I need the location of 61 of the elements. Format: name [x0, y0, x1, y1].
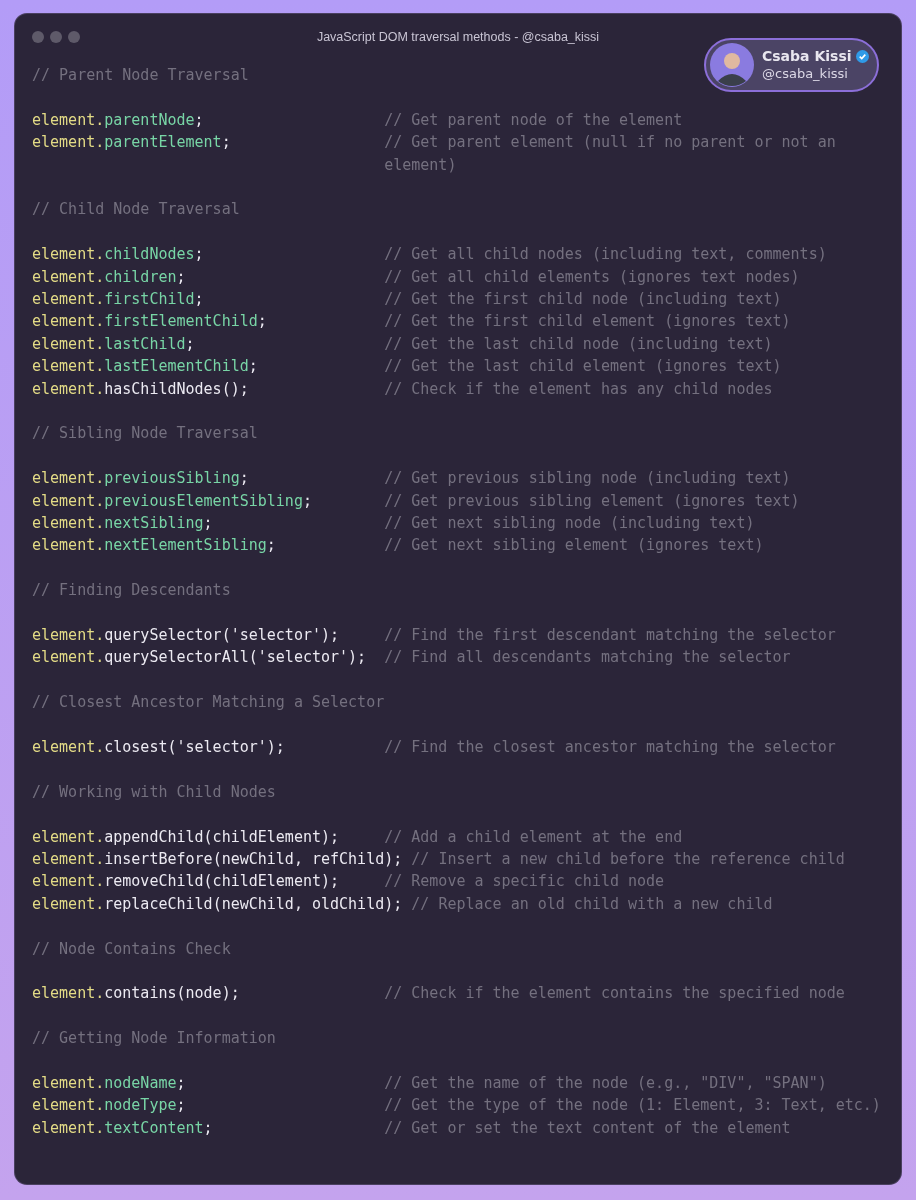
code-comment: // Get the last child node (including text) [384, 333, 773, 355]
code-comment: // Check if the element contains the specified node [384, 983, 845, 1005]
code-comment: // Get the type of the node (1: Element, 3: Text, etc.) [384, 1095, 881, 1117]
code-text: element.textContent; [32, 1118, 213, 1137]
code-comment: // Find all descendants matching the selector [384, 647, 791, 669]
code-comment: // Get next sibling node (including text) [384, 513, 755, 535]
code-comment: // Get all child elements (ignores text nodes) [384, 266, 800, 288]
code-comment: // Add a child element at the end [384, 826, 683, 848]
code-text: element.appendChild(childElement); [32, 827, 340, 846]
code-comment: // Find the closest ancestor matching the selector [384, 737, 836, 759]
section-comment: // Sibling Node Traversal [32, 424, 258, 443]
code-text: element.previousElementSibling; [32, 491, 312, 510]
profile-name: Csaba Kissi [762, 47, 852, 65]
code-comment: // Get the first child element (ignores text) [384, 311, 791, 333]
section-comment: // Parent Node Traversal [32, 66, 249, 84]
code-comment: // Get next sibling element (ignores text) [384, 535, 764, 557]
code-text: element.hasChildNodes(); [32, 379, 249, 398]
code-text: element.contains(node); [32, 984, 240, 1003]
code-comment: // Get parent element (null if no parent or not an element) [384, 132, 837, 176]
code-text: element.insertBefore(newChild, refChild); [32, 850, 403, 869]
window-title: JavaScript DOM traversal methods - @csaba_kissi [316, 30, 600, 44]
code-comment: // Get the name of the node (e.g., "DIV", "SPAN") [384, 1073, 827, 1095]
code-text: element.firstChild; [32, 290, 204, 308]
code-comment: // Get all child nodes (including text, comments) [384, 244, 827, 266]
code-comment: // Get previous sibling node (including text) [384, 468, 791, 490]
code-text: element.lastChild; [32, 334, 195, 353]
code-text: element.removeChild(childElement); [32, 872, 340, 891]
profile-handle: @csaba_kissi [762, 65, 849, 83]
code-text: element.children; [32, 267, 186, 286]
code-comment: // Replace an old child with a new child [411, 893, 773, 915]
code-text: element.lastElementChild; [32, 357, 258, 376]
code-text: element.nextElementSibling; [32, 536, 276, 555]
code-comment: // Insert a new child before the reference child [411, 849, 845, 871]
avatar-icon [710, 43, 754, 87]
section-comment: // Working with Child Nodes [32, 782, 276, 801]
code-comment: // Get parent node of the element [384, 109, 683, 131]
section-comment: // Finding Descendants [32, 581, 231, 600]
code-comment: // Get the last child element (ignores text) [384, 356, 782, 378]
code-text: element.nodeType; [32, 1096, 186, 1115]
section-comment: // Child Node Traversal [32, 200, 240, 219]
code-comment: // Get the first child node (including text) [384, 289, 782, 310]
code-comment: // Get previous sibling element (ignores text) [384, 490, 800, 512]
section-comment: // Closest Ancestor Matching a Selector [32, 693, 385, 712]
code-text: element.nodeName; [32, 1074, 186, 1093]
code-comment: // Find the first descendant matching the selector [384, 625, 836, 647]
code-text: element.parentNode; [32, 110, 204, 129]
code-text: element.firstElementChild; [32, 312, 267, 331]
code-text: element.replaceChild(newChild, oldChild); [32, 894, 403, 913]
code-comment: // Remove a specific child node [384, 871, 665, 893]
code-text: element.previousSibling; [32, 469, 249, 488]
code-text: element.querySelectorAll('selector'); [32, 648, 367, 667]
code-text: element.childNodes; [32, 245, 204, 264]
window-buttons-icon [32, 31, 80, 43]
code-comment: // Check if the element has any child nodes [384, 378, 773, 400]
section-comment: // Node Contains Check [32, 939, 231, 958]
code-text: element.nextSibling; [32, 514, 213, 533]
code-text: element.querySelector('selector'); [32, 626, 340, 645]
section-comment: // Getting Node Information [32, 1029, 276, 1048]
code-text: element.closest('selector'); [32, 738, 285, 757]
code-text: element.parentElement; [32, 133, 231, 152]
code-comment: // Get or set the text content of the element [384, 1117, 791, 1139]
